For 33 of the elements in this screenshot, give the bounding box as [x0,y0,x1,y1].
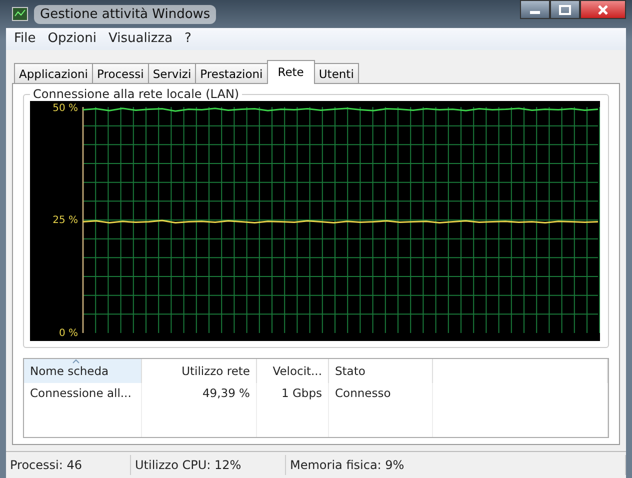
tab[interactable]: Utenti [314,63,359,84]
tab[interactable]: Servizi [148,63,196,84]
status-text: Processi: 46 [6,455,131,475]
tab[interactable]: Processi [92,63,149,84]
status-text: Utilizzo CPU: 12% [131,455,286,475]
menu-item[interactable]: ? [180,31,196,47]
monitor-icon [12,7,28,21]
menu-item[interactable]: Visualizza [104,31,177,47]
column-header[interactable]: Nome scheda [24,359,142,383]
group-title: Connessione alla rete locale (LAN) [30,87,242,101]
axis-label: 0 % [58,328,78,339]
axis-label: 25 % [52,215,78,226]
minimize-button[interactable] [520,0,550,19]
close-button[interactable] [580,0,626,19]
sort-icon [72,359,80,364]
maximize-icon [559,4,571,14]
tab[interactable]: Applicazioni [14,63,93,84]
table-cell: 1 Gbps [257,383,329,407]
menu-item[interactable]: File [10,31,40,47]
column-header[interactable]: Utilizzo rete [142,359,257,383]
table-cell: 49,39 % [142,383,257,407]
column-header[interactable]: Velocit... [257,359,329,383]
tab[interactable]: Rete [266,60,315,84]
table-cell: Connessione all... [24,383,142,407]
status-text: Memoria fisica: 9% [286,455,626,475]
maximize-button[interactable] [550,0,580,19]
close-icon [597,4,609,14]
column-header[interactable]: Stato [329,359,433,383]
window-title: Gestione attività Windows [34,4,216,24]
table-cell: Connesso [329,383,433,407]
axis-label: 50 % [52,103,78,114]
tab[interactable]: Prestazioni [195,63,268,84]
menu-item[interactable]: Opzioni [44,31,100,47]
